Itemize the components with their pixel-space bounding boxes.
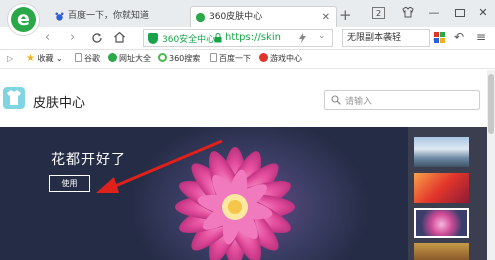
tab-baidu[interactable]: 百度一下，你就知道 [50, 6, 185, 27]
page-scrollbar[interactable] [487, 70, 495, 260]
bookmark-url-directory[interactable]: 网址大全 [108, 53, 151, 65]
bookmark-label: 百度一下 [219, 54, 251, 63]
bookmark-baidu[interactable]: 百度一下 [210, 53, 251, 65]
minimize-button[interactable]: — [427, 5, 441, 20]
address-dropdown-icon[interactable]: ⌄ [318, 31, 326, 41]
annotation-arrow [96, 139, 223, 193]
sidebar-toggle-icon[interactable]: ▷ [7, 53, 13, 65]
forward-icon[interactable]: › [70, 30, 75, 46]
title-bar: e 百度一下，你就知道 360皮肤中心 ✕ + 2 — ✕ [0, 0, 495, 36]
apps-icon[interactable] [434, 32, 445, 43]
thumbnail-mountain[interactable] [414, 137, 469, 167]
thumbnail-golden[interactable] [414, 243, 469, 260]
lock-icon [214, 33, 222, 43]
bookmark-label: 谷歌 [84, 54, 100, 63]
restore-icon[interactable] [455, 9, 465, 17]
browser-logo[interactable]: e [7, 3, 40, 36]
search-placeholder: 请输入 [345, 97, 373, 107]
tab-label: 百度一下，你就知道 [68, 11, 150, 21]
tab-label: 360皮肤中心 [209, 12, 263, 22]
skin-center-logo-icon [3, 87, 25, 109]
menu-icon[interactable]: ≡ [476, 30, 486, 44]
close-window-button[interactable]: ✕ [476, 5, 490, 20]
bookmark-label: 360搜索 [169, 54, 201, 63]
bookmark-label: 收藏 [37, 54, 54, 63]
page-icon [210, 53, 217, 62]
bookmark-label: 网址大全 [119, 54, 151, 63]
bookmark-google[interactable]: 谷歌 [75, 53, 100, 65]
bookmark-360-search[interactable]: 360搜索 [158, 53, 200, 65]
scrollbar-thumb[interactable] [488, 74, 494, 134]
skin-icon [195, 12, 206, 23]
shirt-icon[interactable] [402, 7, 415, 18]
skin-preview-banner: 花都开好了 使用 [0, 127, 408, 260]
page-header: 皮肤中心 请输入 [0, 70, 495, 127]
search-icon [158, 53, 167, 62]
bookmark-game-center[interactable]: 游戏中心 [259, 53, 302, 65]
shield-icon [148, 33, 158, 44]
security-label: 360安全中心 [162, 35, 216, 45]
search-icon [331, 95, 341, 105]
navigation-bar: ‹ › 360安全中心 https://skin ⌄ 无限副本袭轻 ⌄ ↶ ≡ [0, 27, 495, 50]
back-icon[interactable]: ‹ [45, 30, 50, 46]
lightning-icon[interactable] [298, 33, 307, 43]
bookmark-label: 游戏中心 [270, 54, 302, 63]
search-input[interactable]: 请输入 [324, 90, 480, 110]
tab-skin-center[interactable]: 360皮肤中心 ✕ [190, 6, 337, 27]
url-text: https://skin [225, 32, 281, 43]
new-tab-button[interactable]: + [339, 6, 352, 24]
bookmark-favorites[interactable]: ★ 收藏 ⌄ [26, 53, 63, 65]
home-icon[interactable] [113, 31, 126, 43]
use-skin-button[interactable]: 使用 [49, 175, 90, 192]
page-icon [75, 53, 82, 62]
tab-count-badge[interactable]: 2 [372, 7, 385, 19]
page-title: 皮肤中心 [33, 96, 86, 111]
globe-icon [108, 53, 117, 62]
close-icon[interactable]: ✕ [322, 7, 330, 28]
undo-icon[interactable]: ↶ [454, 30, 464, 44]
star-icon: ★ [26, 53, 35, 64]
refresh-icon[interactable] [91, 32, 103, 44]
thumbnail-flower-selected[interactable] [414, 208, 469, 238]
game-icon [259, 53, 268, 62]
thumbnail-red-abstract[interactable] [414, 173, 469, 203]
bookmarks-bar: ▷ ★ 收藏 ⌄ 谷歌 网址大全 360搜索 百度一下 游戏中心 [0, 50, 495, 69]
search-field[interactable]: 无限副本袭轻 [342, 29, 430, 47]
skin-thumbnail-list [408, 127, 487, 260]
baidu-paw-icon [55, 12, 64, 21]
